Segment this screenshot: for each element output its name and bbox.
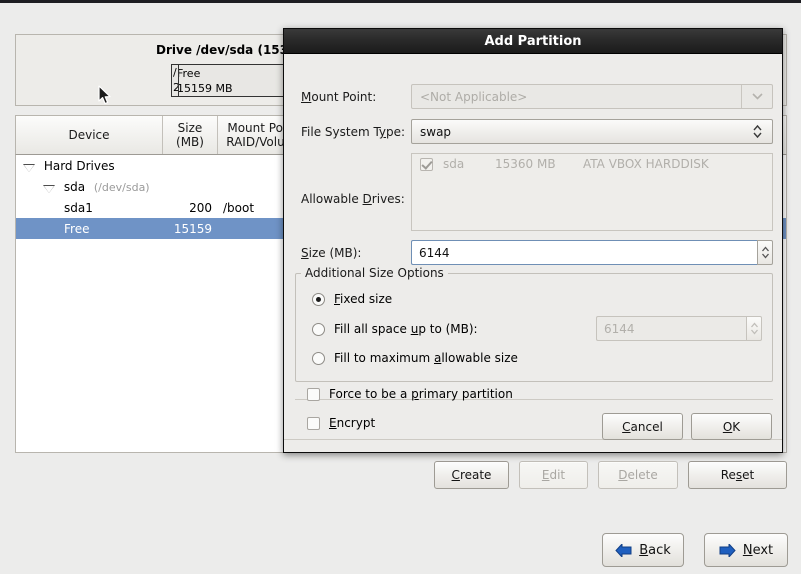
mouse-cursor <box>98 85 112 106</box>
ok-button[interactable]: OK <box>691 413 772 440</box>
drive-model: ATA VBOX HARDDISK <box>583 157 709 171</box>
radio-fill-to-maximum[interactable]: Fill to maximum allowable size <box>312 351 518 365</box>
dialog-body: Mount Point: <Not Applicable> File Syste… <box>284 54 782 453</box>
back-button[interactable]: Back <box>602 533 684 567</box>
size-label-rest: ize (MB): <box>308 246 362 260</box>
size-spinner[interactable]: 6144 <box>411 240 773 265</box>
row-sublabel-sda-path: (/dev/sda) <box>93 180 150 194</box>
fill-up-to-input[interactable]: 6144 <box>596 316 746 341</box>
chevron-updown-icon <box>742 120 772 143</box>
radio-fill-max-indicator[interactable] <box>312 351 325 365</box>
fill-up-to-value: 6144 <box>604 321 635 336</box>
spinner-arrows-icon <box>750 322 758 335</box>
add-partition-dialog: Add Partition Mount Point: <Not Applicab… <box>283 28 783 453</box>
next-button-label-rest: ext <box>752 542 774 558</box>
create-button-label-rest: reate <box>459 468 492 482</box>
row-indent: sda (/dev/sda) <box>16 180 150 194</box>
column-header-size-line1: Size <box>177 121 203 135</box>
arrow-right-icon <box>719 543 736 557</box>
chevron-down-icon <box>742 85 772 108</box>
screen: Drive /dev/sda (15360 MB) (Model: ATA VB… <box>0 0 801 574</box>
row-indent: Hard Drives <box>16 159 115 173</box>
dialog-title-bar[interactable]: Add Partition <box>284 29 782 54</box>
size-label: Size (MB): <box>301 246 362 260</box>
dialog-title-text: Add Partition <box>484 33 582 49</box>
edit-button-label-rest: dit <box>549 468 566 482</box>
list-item[interactable]: sda 15360 MB ATA VBOX HARDDISK <box>412 154 772 174</box>
mount-point-label-rest: ount Point: <box>311 90 377 104</box>
radio-fixed-size[interactable]: Fixed size <box>312 292 392 306</box>
back-button-label-rest: ack <box>648 542 671 558</box>
allowable-drives-listbox[interactable]: sda 15360 MB ATA VBOX HARDDISK <box>411 153 773 231</box>
encrypt-checkbox[interactable] <box>307 416 320 430</box>
reset-button[interactable]: Reset <box>688 461 787 489</box>
cancel-button-label-rest: ancel <box>630 419 663 434</box>
fill-up-to-spinner-buttons[interactable] <box>746 316 762 341</box>
radio-fixed-size-label: Fixed size <box>334 292 393 306</box>
drive-size: 15360 MB <box>495 157 556 171</box>
size-input[interactable]: 6144 <box>411 240 757 265</box>
radio-fill-up-to-label: Fill all space up to (MB): <box>334 322 478 336</box>
row-size-free: 15159 <box>173 221 212 236</box>
file-system-type-label: File System Type: <box>301 125 406 139</box>
radio-fixed-size-indicator[interactable] <box>312 292 325 306</box>
row-label-sda1: sda1 <box>64 200 93 215</box>
additional-size-options-legend: Additional Size Options <box>305 266 444 280</box>
row-size-sda1: 200 <box>189 200 212 215</box>
radio-fill-all-space-up-to[interactable]: Fill all space up to (MB): <box>312 322 478 336</box>
column-header-size[interactable]: Size (MB) <box>163 116 218 154</box>
create-button[interactable]: Create <box>434 461 509 489</box>
drive-segment-root-size: 2... <box>172 80 178 95</box>
mount-point-combobox[interactable]: <Not Applicable> <box>411 84 773 109</box>
drive-checkbox[interactable] <box>420 157 433 171</box>
allowable-drives-label: Allowable Drives: <box>301 192 405 206</box>
mount-point-value: <Not Applicable> <box>420 89 528 104</box>
cancel-button[interactable]: Cancel <box>602 413 683 440</box>
delete-button[interactable]: Delete <box>598 461 678 489</box>
next-button[interactable]: Next <box>704 533 788 567</box>
size-value: 6144 <box>419 245 450 260</box>
column-header-device[interactable]: Device <box>16 116 163 154</box>
expander-icon[interactable] <box>43 184 55 193</box>
file-system-type-combobox[interactable]: swap <box>411 119 773 144</box>
drive-segment-root[interactable]: / 2... <box>171 64 179 97</box>
edit-button[interactable]: Edit <box>519 461 588 489</box>
row-label-free: Free <box>64 221 90 236</box>
expander-icon[interactable] <box>23 163 35 172</box>
spinner-arrows-icon <box>761 246 769 259</box>
row-label-sda: sda <box>63 179 86 194</box>
partition-action-buttons: Create Edit Delete Reset <box>0 461 801 491</box>
wizard-nav-buttons: Back Next <box>0 533 801 569</box>
delete-button-label-rest: elete <box>627 468 658 482</box>
force-primary-checkbox-row[interactable]: Force to be a primary partition <box>307 387 513 401</box>
file-system-type-value: swap <box>420 124 452 139</box>
encrypt-checkbox-row[interactable]: Encrypt <box>307 416 375 430</box>
encrypt-label: Encrypt <box>329 416 376 430</box>
radio-fill-up-to-indicator[interactable] <box>312 322 325 336</box>
ok-button-label-rest: K <box>732 419 741 434</box>
arrow-left-icon <box>615 543 632 557</box>
size-spinner-buttons[interactable] <box>757 240 773 265</box>
column-header-size-line2: (MB) <box>176 135 204 149</box>
radio-fill-max-label: Fill to maximum allowable size <box>334 351 518 365</box>
force-primary-checkbox[interactable] <box>307 387 320 401</box>
row-label-hard-drives: Hard Drives <box>43 158 115 173</box>
mount-point-label: Mount Point: <box>301 90 377 104</box>
force-primary-label: Force to be a primary partition <box>329 387 513 401</box>
fill-up-to-spinner[interactable]: 6144 <box>596 316 762 341</box>
drive-segment-root-name: / <box>173 66 177 79</box>
drive-name: sda <box>443 157 465 171</box>
